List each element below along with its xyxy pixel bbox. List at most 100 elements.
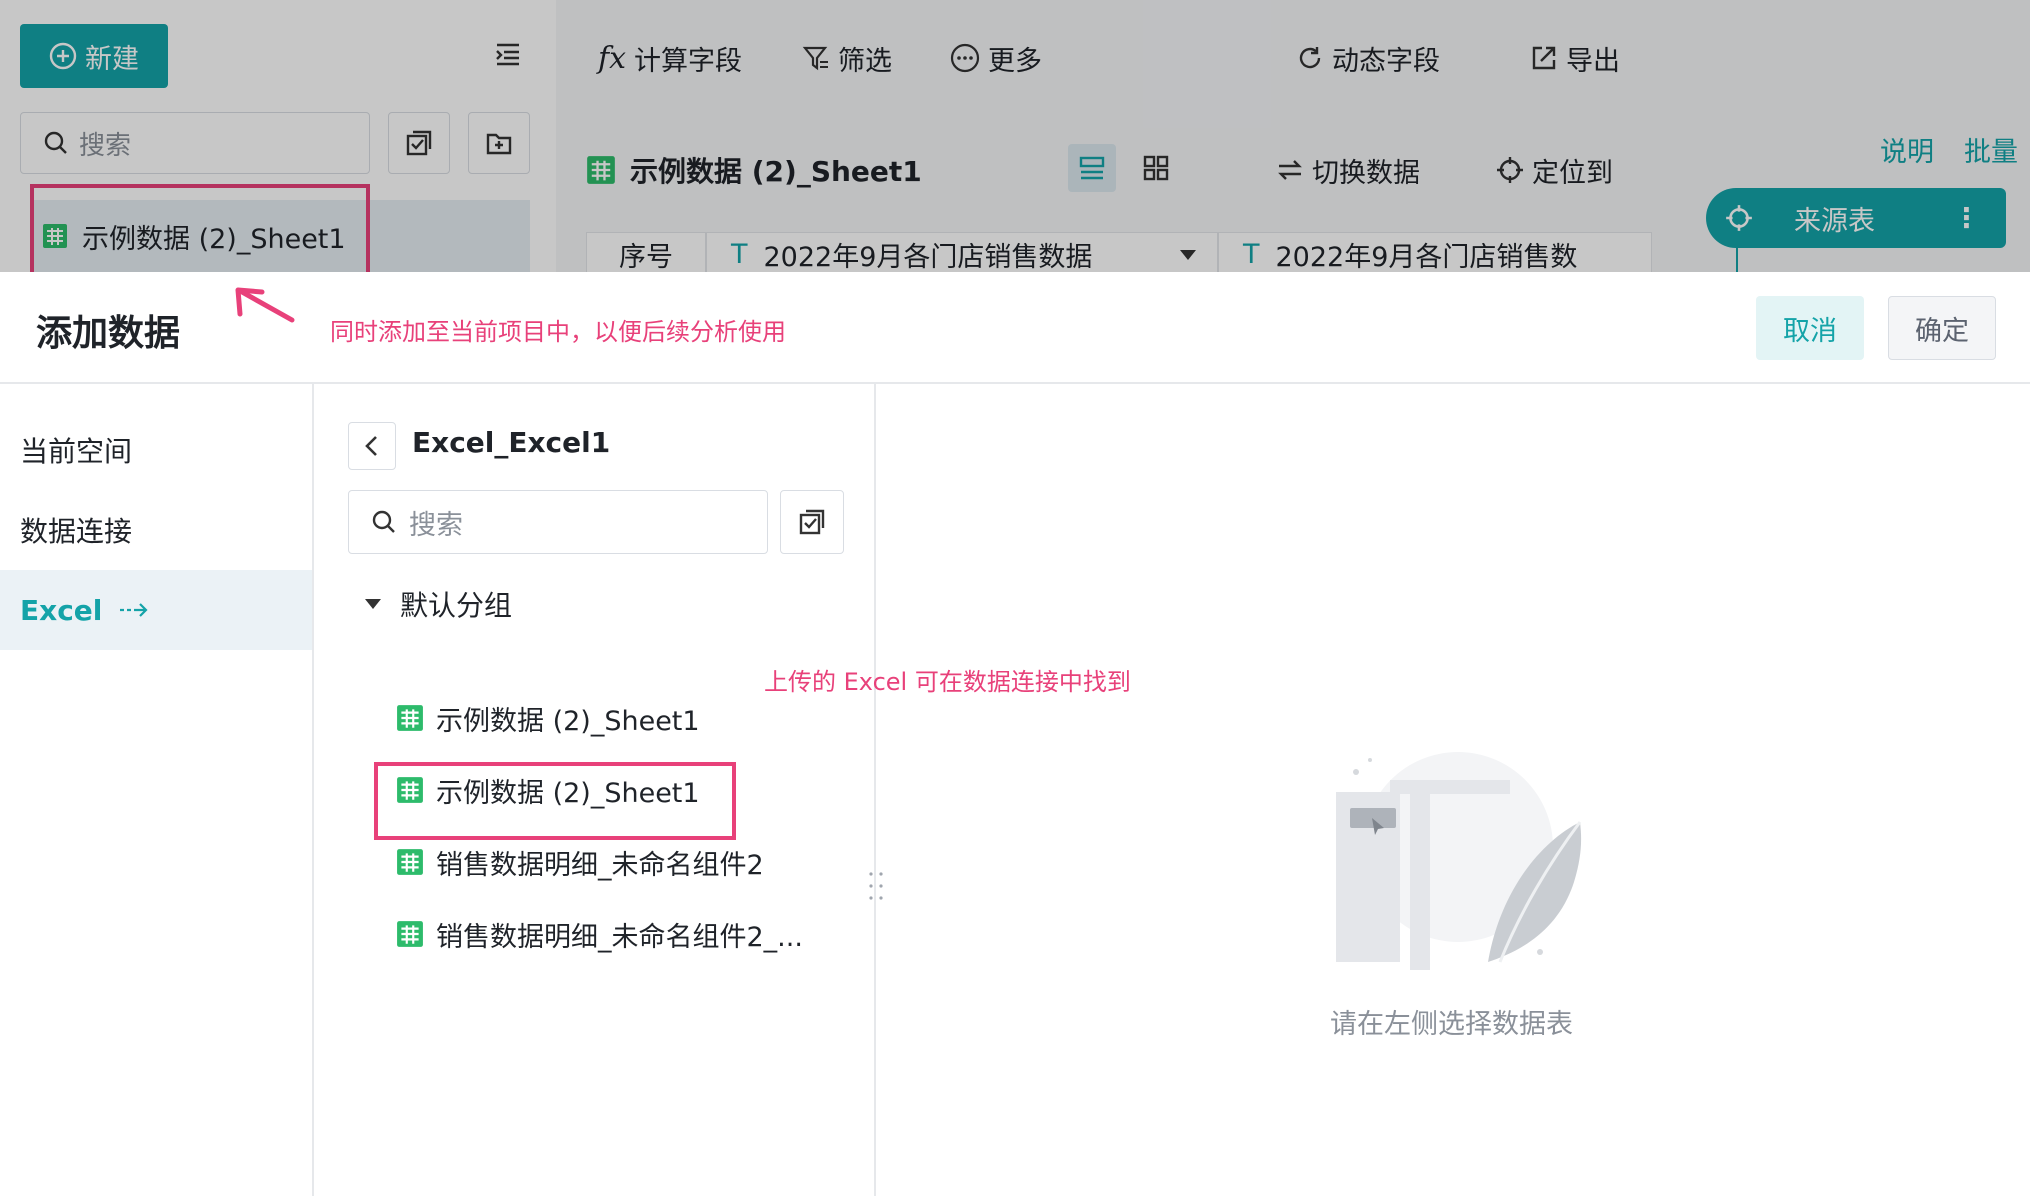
resize-handle[interactable] xyxy=(864,868,888,904)
export-label: 导出 xyxy=(1566,45,1620,77)
explain-link[interactable]: 说明 xyxy=(1880,130,1934,169)
bg-sidebar: 新建 搜索 示例数据 (2)_Sheet1 xyxy=(0,0,556,272)
group-label: 默认分组 xyxy=(400,589,513,622)
column-header-1[interactable]: T 2022年9月各门店销售数据 xyxy=(706,232,1218,272)
crosshair-icon xyxy=(1497,157,1523,183)
search-icon xyxy=(372,510,395,533)
more-left-button[interactable]: 更多 xyxy=(950,36,1042,80)
dynamic-field-button[interactable]: 动态字段 xyxy=(1296,36,1440,80)
table-icon xyxy=(397,777,423,803)
list-item[interactable]: 销售数据明细_未命名组件2 xyxy=(376,830,856,894)
more-left-label: 更多 xyxy=(988,45,1042,77)
nav-item-excel[interactable]: Excel xyxy=(0,570,312,650)
calc-field-label: 计算字段 xyxy=(634,45,743,77)
switch-data-button[interactable]: 切换数据 xyxy=(1276,148,1420,192)
checkbox-multi-icon xyxy=(406,130,432,156)
calc-field-button[interactable]: fx 计算字段 xyxy=(598,36,742,80)
list-item[interactable]: 示例数据 (2)_Sheet1 xyxy=(376,758,856,822)
bg-tab-title-label: 示例数据 (2)_Sheet1 xyxy=(630,155,922,188)
highlight-box-top xyxy=(30,184,370,272)
export-icon xyxy=(1532,46,1556,70)
search-input[interactable]: 搜索 xyxy=(348,490,768,554)
locate-button[interactable]: 定位到 xyxy=(1496,148,1613,192)
table-icon xyxy=(397,705,423,731)
grid-view-icon xyxy=(1143,155,1169,181)
chevron-left-icon xyxy=(365,436,377,456)
nav-excel-label: Excel xyxy=(20,593,103,627)
source-table-label: 来源表 xyxy=(1794,205,1875,237)
annotation-note-list: 上传的 Excel 可在数据连接中找到 xyxy=(764,668,1131,696)
bg-search-input[interactable]: 搜索 xyxy=(20,112,370,174)
connector-line xyxy=(1736,248,1738,272)
modal-title: 添加数据 xyxy=(36,313,181,354)
arrow-right-icon xyxy=(120,603,148,617)
crosshair-icon xyxy=(1726,205,1752,231)
bg-new-folder-button[interactable] xyxy=(468,112,530,174)
batch-link[interactable]: 批量 xyxy=(1964,130,2018,169)
nav-data-connection-label: 数据连接 xyxy=(20,515,133,548)
annotation-note-top: 同时添加至当前项目中，以便后续分析使用 xyxy=(330,318,786,346)
add-data-modal: 添加数据 同时添加至当前项目中，以便后续分析使用 取消 确定 当前空间 数据连接… xyxy=(0,272,2030,1196)
new-button[interactable]: 新建 xyxy=(20,24,168,88)
batch-select-button[interactable] xyxy=(780,490,844,554)
table-icon xyxy=(397,921,423,947)
source-table-node[interactable]: 来源表 ⋮ xyxy=(1706,188,2006,248)
nav-current-space-label: 当前空间 xyxy=(20,435,133,468)
list-item-label: 示例数据 (2)_Sheet1 xyxy=(436,705,700,737)
table-list-panel: Excel_Excel1 搜索 默认分组 示例数据 (2)_Sheet1 示例数… xyxy=(314,384,876,1196)
group-default[interactable]: 默认分组 xyxy=(364,584,512,624)
dynamic-field-label: 动态字段 xyxy=(1332,45,1440,77)
filter-icon xyxy=(802,46,828,71)
folder-add-icon xyxy=(486,133,512,155)
column-header-2[interactable]: T 2022年9月各门店销售数 xyxy=(1218,232,1652,272)
back-button[interactable] xyxy=(348,422,396,470)
switch-data-label: 切换数据 xyxy=(1312,157,1420,189)
table-icon xyxy=(587,156,615,184)
text-type-icon: T xyxy=(731,238,748,270)
list-item-label: 销售数据明细_未命名组件2 xyxy=(436,849,764,881)
annotation-arrow-icon xyxy=(230,280,300,332)
list-item-label: 示例数据 (2)_Sheet1 xyxy=(436,777,700,809)
bg-search-placeholder: 搜索 xyxy=(79,130,132,161)
swap-icon xyxy=(1278,160,1302,180)
bg-tab-title: 示例数据 (2)_Sheet1 xyxy=(586,148,922,192)
kebab-menu-icon[interactable]: ⋮ xyxy=(1953,203,1980,234)
bg-toolbar-area: fx 计算字段 筛选 更多 动态字段 导出 更多 示例数据 (2)_Sheet1 xyxy=(556,0,1798,272)
column-2-label: 2022年9月各门店销售数 xyxy=(1275,241,1578,273)
nav-item-current-space[interactable]: 当前空间 xyxy=(0,410,312,490)
more-circle-icon xyxy=(950,43,980,73)
list-item[interactable]: 销售数据明细_未命名组件2_... xyxy=(376,902,856,966)
background-app: 新建 搜索 示例数据 (2)_Sheet1 fx 计算字段 筛选 更多 动态字段… xyxy=(0,0,2030,272)
column-header-index[interactable]: 序号 xyxy=(586,232,706,272)
fx-icon: fx xyxy=(598,40,627,76)
filter-button[interactable]: 筛选 xyxy=(802,36,892,80)
plus-circle-icon xyxy=(49,42,77,70)
checkbox-multi-icon xyxy=(799,509,825,535)
locate-label: 定位到 xyxy=(1532,157,1613,189)
datasource-title: Excel_Excel1 xyxy=(412,426,611,459)
text-type-icon: T xyxy=(1243,238,1260,270)
empty-illustration-icon xyxy=(1330,752,1590,972)
source-nav: 当前空间 数据连接 Excel xyxy=(0,384,314,1196)
nav-item-data-connection[interactable]: 数据连接 xyxy=(0,490,312,570)
filter-label: 筛选 xyxy=(838,45,892,77)
list-item-label: 销售数据明细_未命名组件2_... xyxy=(436,921,803,953)
caret-down-icon[interactable] xyxy=(1179,249,1197,261)
search-icon xyxy=(44,131,67,154)
confirm-button[interactable]: 确定 xyxy=(1888,296,1996,360)
new-button-label: 新建 xyxy=(85,43,139,75)
empty-state-text: 请在左侧选择数据表 xyxy=(1330,1009,1573,1040)
view-list-button[interactable] xyxy=(1068,144,1116,192)
view-grid-button[interactable] xyxy=(1132,144,1180,192)
column-index-label: 序号 xyxy=(619,241,673,273)
bg-batch-select-button[interactable] xyxy=(388,112,450,174)
table-icon xyxy=(397,849,423,875)
column-1-label: 2022年9月各门店销售数据 xyxy=(763,241,1093,273)
export-button[interactable]: 导出 xyxy=(1530,36,1620,80)
collapse-sidebar-icon[interactable] xyxy=(494,40,522,68)
list-view-icon xyxy=(1079,156,1105,180)
cancel-button[interactable]: 取消 xyxy=(1756,296,1864,360)
search-placeholder: 搜索 xyxy=(409,509,463,541)
caret-down-icon xyxy=(365,599,381,609)
modal-header: 添加数据 同时添加至当前项目中，以便后续分析使用 取消 确定 xyxy=(0,272,2030,384)
